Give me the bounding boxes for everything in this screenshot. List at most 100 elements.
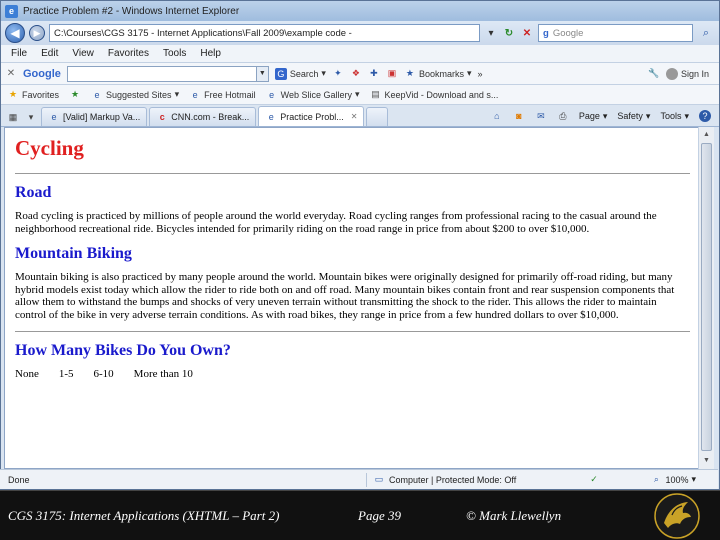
fav-item-label: Web Slice Gallery <box>280 89 352 100</box>
slide-footer: CGS 3175: Internet Applications (XHTML –… <box>0 490 720 540</box>
bookmarks-button[interactable]: ★ Bookmarks ▾ <box>404 68 472 80</box>
google-search-label: Search <box>289 68 319 79</box>
menu-tools[interactable]: Tools <box>163 48 186 59</box>
refresh-icon[interactable]: ↻ <box>502 25 516 41</box>
menu-edit[interactable]: Edit <box>41 48 58 59</box>
window-title: Practice Problem #2 - Windows Internet E… <box>23 5 240 17</box>
status-text: Done <box>8 474 30 485</box>
address-toolbar: ◀ ▶ C:\Courses\CGS 3175 - Internet Appli… <box>1 21 719 45</box>
favorites-star-icon: ★ <box>8 89 18 99</box>
puzzle-icon[interactable]: ✚ <box>368 68 380 80</box>
google-search-input[interactable] <box>66 65 257 82</box>
keepvid-icon: ▤ <box>371 89 380 99</box>
zoom-control[interactable]: ⌕ 100% ▾ <box>650 474 718 486</box>
menu-help[interactable]: Help <box>200 48 221 59</box>
tab-cnn[interactable]: c CNN.com - Break... <box>149 107 257 126</box>
page-number: Page 39 <box>358 508 401 523</box>
zoom-level: 100% <box>665 474 689 485</box>
close-toolbar-icon[interactable]: ✕ <box>5 68 17 79</box>
vertical-scrollbar[interactable]: ▲ ▼ <box>698 127 714 469</box>
address-text: C:\Courses\CGS 3175 - Internet Applicati… <box>54 27 352 39</box>
section-text-mountain-biking: Mountain biking is also practiced by man… <box>15 271 675 321</box>
fav-item-web-slice-gallery[interactable]: e Web Slice Gallery ▾ <box>266 89 359 101</box>
favorites-label: Favorites <box>22 89 60 100</box>
stop-icon[interactable]: ✕ <box>520 25 534 41</box>
mail-icon[interactable]: ✉ <box>535 110 547 122</box>
fav-item-suggested-sites[interactable]: e Suggested Sites ▾ <box>91 89 180 101</box>
print-icon[interactable]: ⎙ <box>557 110 569 122</box>
security-zone[interactable]: ▭ Computer | Protected Mode: Off <box>373 474 588 486</box>
tab-practice-problem[interactable]: e Practice Probl... ✕ <box>258 106 365 126</box>
quick-tabs-icon[interactable]: ▦ <box>5 108 21 126</box>
pegasus-logo-icon <box>654 493 700 539</box>
address-input[interactable]: C:\Courses\CGS 3175 - Internet Applicati… <box>49 24 480 42</box>
google-search-dropdown-icon[interactable]: ▼ <box>256 65 269 82</box>
page-menu[interactable]: Page ▾ <box>579 111 608 122</box>
fav-item-keepvid[interactable]: ▤ KeepVid - Download and s... <box>370 89 498 101</box>
computer-icon: ▭ <box>374 474 384 484</box>
page-options-icon[interactable]: ✦ <box>332 68 344 80</box>
favorites-bar: ★ Favorites ★ e Suggested Sites ▾ e Free… <box>1 85 719 105</box>
question-heading: How Many Bikes Do You Own? <box>15 342 231 359</box>
protected-mode-icon[interactable]: ✓ <box>588 474 600 486</box>
address-dropdown-icon[interactable]: ▾ <box>484 25 498 41</box>
search-input[interactable]: g Google <box>538 24 693 42</box>
tab-label: CNN.com - Break... <box>171 112 250 122</box>
safety-menu[interactable]: Safety ▾ <box>617 111 650 122</box>
more-tools-button[interactable]: » <box>478 69 483 79</box>
ie-page-icon: e <box>269 89 275 100</box>
scroll-up-icon[interactable]: ▲ <box>699 127 714 141</box>
add-favorite-icon[interactable]: ★ <box>69 89 81 101</box>
user-icon <box>665 67 678 80</box>
forward-button[interactable]: ▶ <box>29 25 45 41</box>
page-title: Cycling <box>15 136 84 160</box>
page-viewport: Cycling Road Road cycling is practiced b… <box>4 127 701 469</box>
ie-page-icon: e <box>268 111 274 122</box>
home-icon[interactable]: ⌂ <box>491 110 503 122</box>
favorites-button[interactable]: ★ Favorites <box>7 89 59 101</box>
fav-item-label: Suggested Sites <box>106 89 172 100</box>
scroll-thumb[interactable] <box>701 143 712 451</box>
menu-view[interactable]: View <box>72 48 94 59</box>
menu-favorites[interactable]: Favorites <box>108 48 149 59</box>
sign-in-button[interactable]: Sign In <box>665 67 719 80</box>
cnn-icon: c <box>159 112 165 122</box>
wrench-icon[interactable]: 🔧 <box>648 68 660 80</box>
search-go-icon[interactable]: ⌕ <box>697 24 715 42</box>
pagerank-icon[interactable]: ❖ <box>350 68 362 80</box>
command-bar: ⌂ ◙ ✉ ⎙ Page ▾ Safety ▾ Tools ▾ ? <box>491 106 719 126</box>
chevron-down-icon: ▾ <box>691 474 696 484</box>
menu-file[interactable]: File <box>11 48 27 59</box>
safety-menu-label: Safety <box>617 111 643 121</box>
scroll-down-icon[interactable]: ▼ <box>699 453 714 467</box>
author-credit: © Mark Llewellyn <box>466 508 562 523</box>
section-text-road: Road cycling is practiced by millions of… <box>15 210 657 235</box>
feeds-icon[interactable]: ◙ <box>513 110 525 122</box>
zone-label: Computer | Protected Mode: Off <box>389 474 517 485</box>
page-menu-label: Page <box>578 111 600 121</box>
bookmarks-label: Bookmarks <box>418 68 464 79</box>
google-search-icon: g <box>543 27 549 39</box>
help-icon[interactable]: ? <box>699 110 711 122</box>
close-tab-icon[interactable]: ✕ <box>351 112 358 121</box>
tab-list-icon[interactable]: ▾ <box>23 108 39 126</box>
chevron-down-icon: ▾ <box>645 110 651 121</box>
section-heading-road: Road <box>15 184 52 201</box>
google-search-button[interactable]: G Search ▾ <box>274 67 326 80</box>
option-more-than-10: More than 10 <box>133 368 193 380</box>
zoom-icon: ⌕ <box>653 474 659 484</box>
back-button[interactable]: ◀ <box>5 23 25 43</box>
tools-menu[interactable]: Tools ▾ <box>660 111 689 122</box>
google-g-icon: G <box>274 67 287 80</box>
course-title: CGS 3175: Internet Applications (XHTML –… <box>8 508 280 523</box>
tab-label: [Valid] Markup Va... <box>63 112 141 122</box>
fav-item-free-hotmail[interactable]: e Free Hotmail <box>189 89 256 101</box>
ie-logo-icon: e <box>5 4 18 18</box>
popup-blocker-icon[interactable]: ▣ <box>386 68 398 80</box>
tab-markup-validator[interactable]: e [Valid] Markup Va... <box>41 107 148 126</box>
new-tab-button[interactable] <box>366 107 389 126</box>
search-placeholder: Google <box>552 27 584 39</box>
chevron-down-icon: ▾ <box>174 89 180 99</box>
google-logo: Google <box>23 67 61 80</box>
chevron-down-icon: ▾ <box>602 110 608 121</box>
